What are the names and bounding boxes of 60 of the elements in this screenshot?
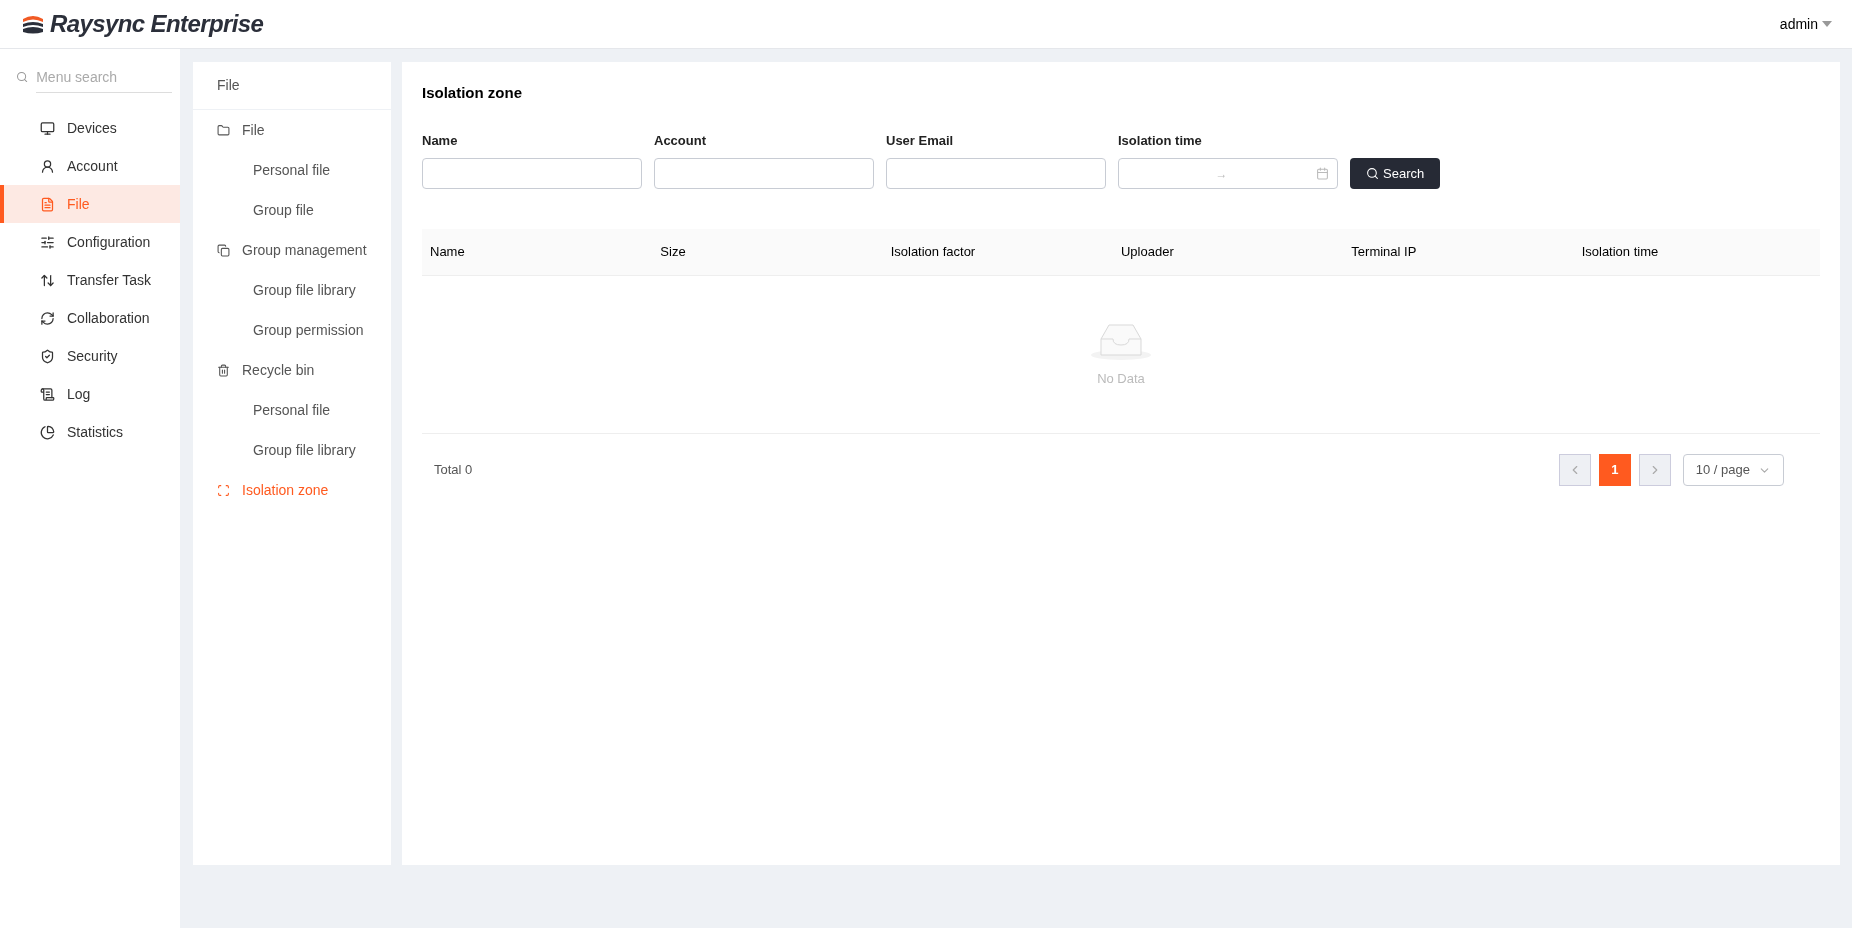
column-header: Isolation time (1581, 243, 1660, 262)
sidebar-item[interactable]: Security (0, 337, 180, 375)
column-header: Size (660, 243, 687, 262)
sidebar-item[interactable]: Devices (0, 109, 180, 147)
next-page-button[interactable] (1638, 454, 1671, 486)
page-size-select[interactable]: 10 / page (1682, 454, 1784, 486)
submenu-group[interactable]: Recycle bin (193, 350, 391, 390)
logo-text: Raysync Enterprise (50, 9, 264, 39)
submenu-item[interactable]: Personal file (193, 390, 391, 430)
submenu-group[interactable]: File (193, 110, 391, 150)
column-header: Terminal IP (1351, 243, 1418, 262)
filter-label: Account (654, 131, 707, 150)
calendar-icon (1316, 167, 1329, 180)
sidebar-item[interactable]: Account (0, 147, 180, 185)
user-menu[interactable]: admin (1779, 13, 1818, 35)
scan-icon (217, 483, 230, 497)
list-icon (40, 386, 55, 402)
submenu-group[interactable]: Group management (193, 230, 391, 270)
empty-text: No Data (1097, 369, 1145, 388)
monitor-icon (40, 120, 55, 136)
column-header: Uploader (1121, 243, 1175, 262)
filter-input[interactable] (654, 158, 874, 189)
range-separator: → (1215, 165, 1228, 183)
sidebar-item[interactable]: Statistics (0, 413, 180, 451)
pie-chart-icon (40, 424, 55, 440)
sidebar-item[interactable]: Configuration (0, 223, 180, 261)
shield-icon (40, 348, 55, 364)
submenu-item[interactable]: Group file library (193, 430, 391, 470)
trash-icon (217, 363, 230, 377)
search-icon (1366, 167, 1379, 180)
folder-icon (217, 123, 230, 137)
sliders-icon (40, 234, 55, 250)
search-button[interactable]: Search (1350, 158, 1441, 189)
filter-input[interactable] (422, 158, 642, 189)
submenu-item[interactable]: Group file (193, 190, 391, 230)
submenu-item[interactable]: Group file library (193, 270, 391, 310)
column-header: Isolation factor (890, 243, 977, 262)
copy-icon (217, 243, 230, 257)
prev-page-button[interactable] (1558, 454, 1591, 486)
page-title: Isolation zone (422, 83, 523, 103)
sidebar-item[interactable]: Log (0, 375, 180, 413)
filter-input[interactable] (886, 158, 1106, 189)
sidebar-item[interactable]: Collaboration (0, 299, 180, 337)
sidebar-item[interactable]: Transfer Task (0, 261, 180, 299)
menu-search-field[interactable]: Menu search (36, 61, 172, 93)
refresh-icon (40, 310, 55, 326)
search-icon (16, 70, 29, 84)
filter-label: User Email (886, 131, 955, 150)
document-icon (40, 196, 55, 212)
submenu-title: File (193, 62, 391, 110)
column-header: Name (430, 243, 466, 262)
caret-icon (1822, 21, 1832, 27)
submenu-item[interactable]: Group permission (193, 310, 391, 350)
submenu-item[interactable]: Personal file (193, 150, 391, 190)
logo-icon (20, 13, 46, 35)
filter-label: Isolation time (1118, 131, 1203, 150)
filter-label: Name (422, 131, 459, 150)
arrows-icon (40, 272, 55, 288)
total-count: Total 0 (434, 461, 473, 480)
user-icon (40, 158, 55, 174)
